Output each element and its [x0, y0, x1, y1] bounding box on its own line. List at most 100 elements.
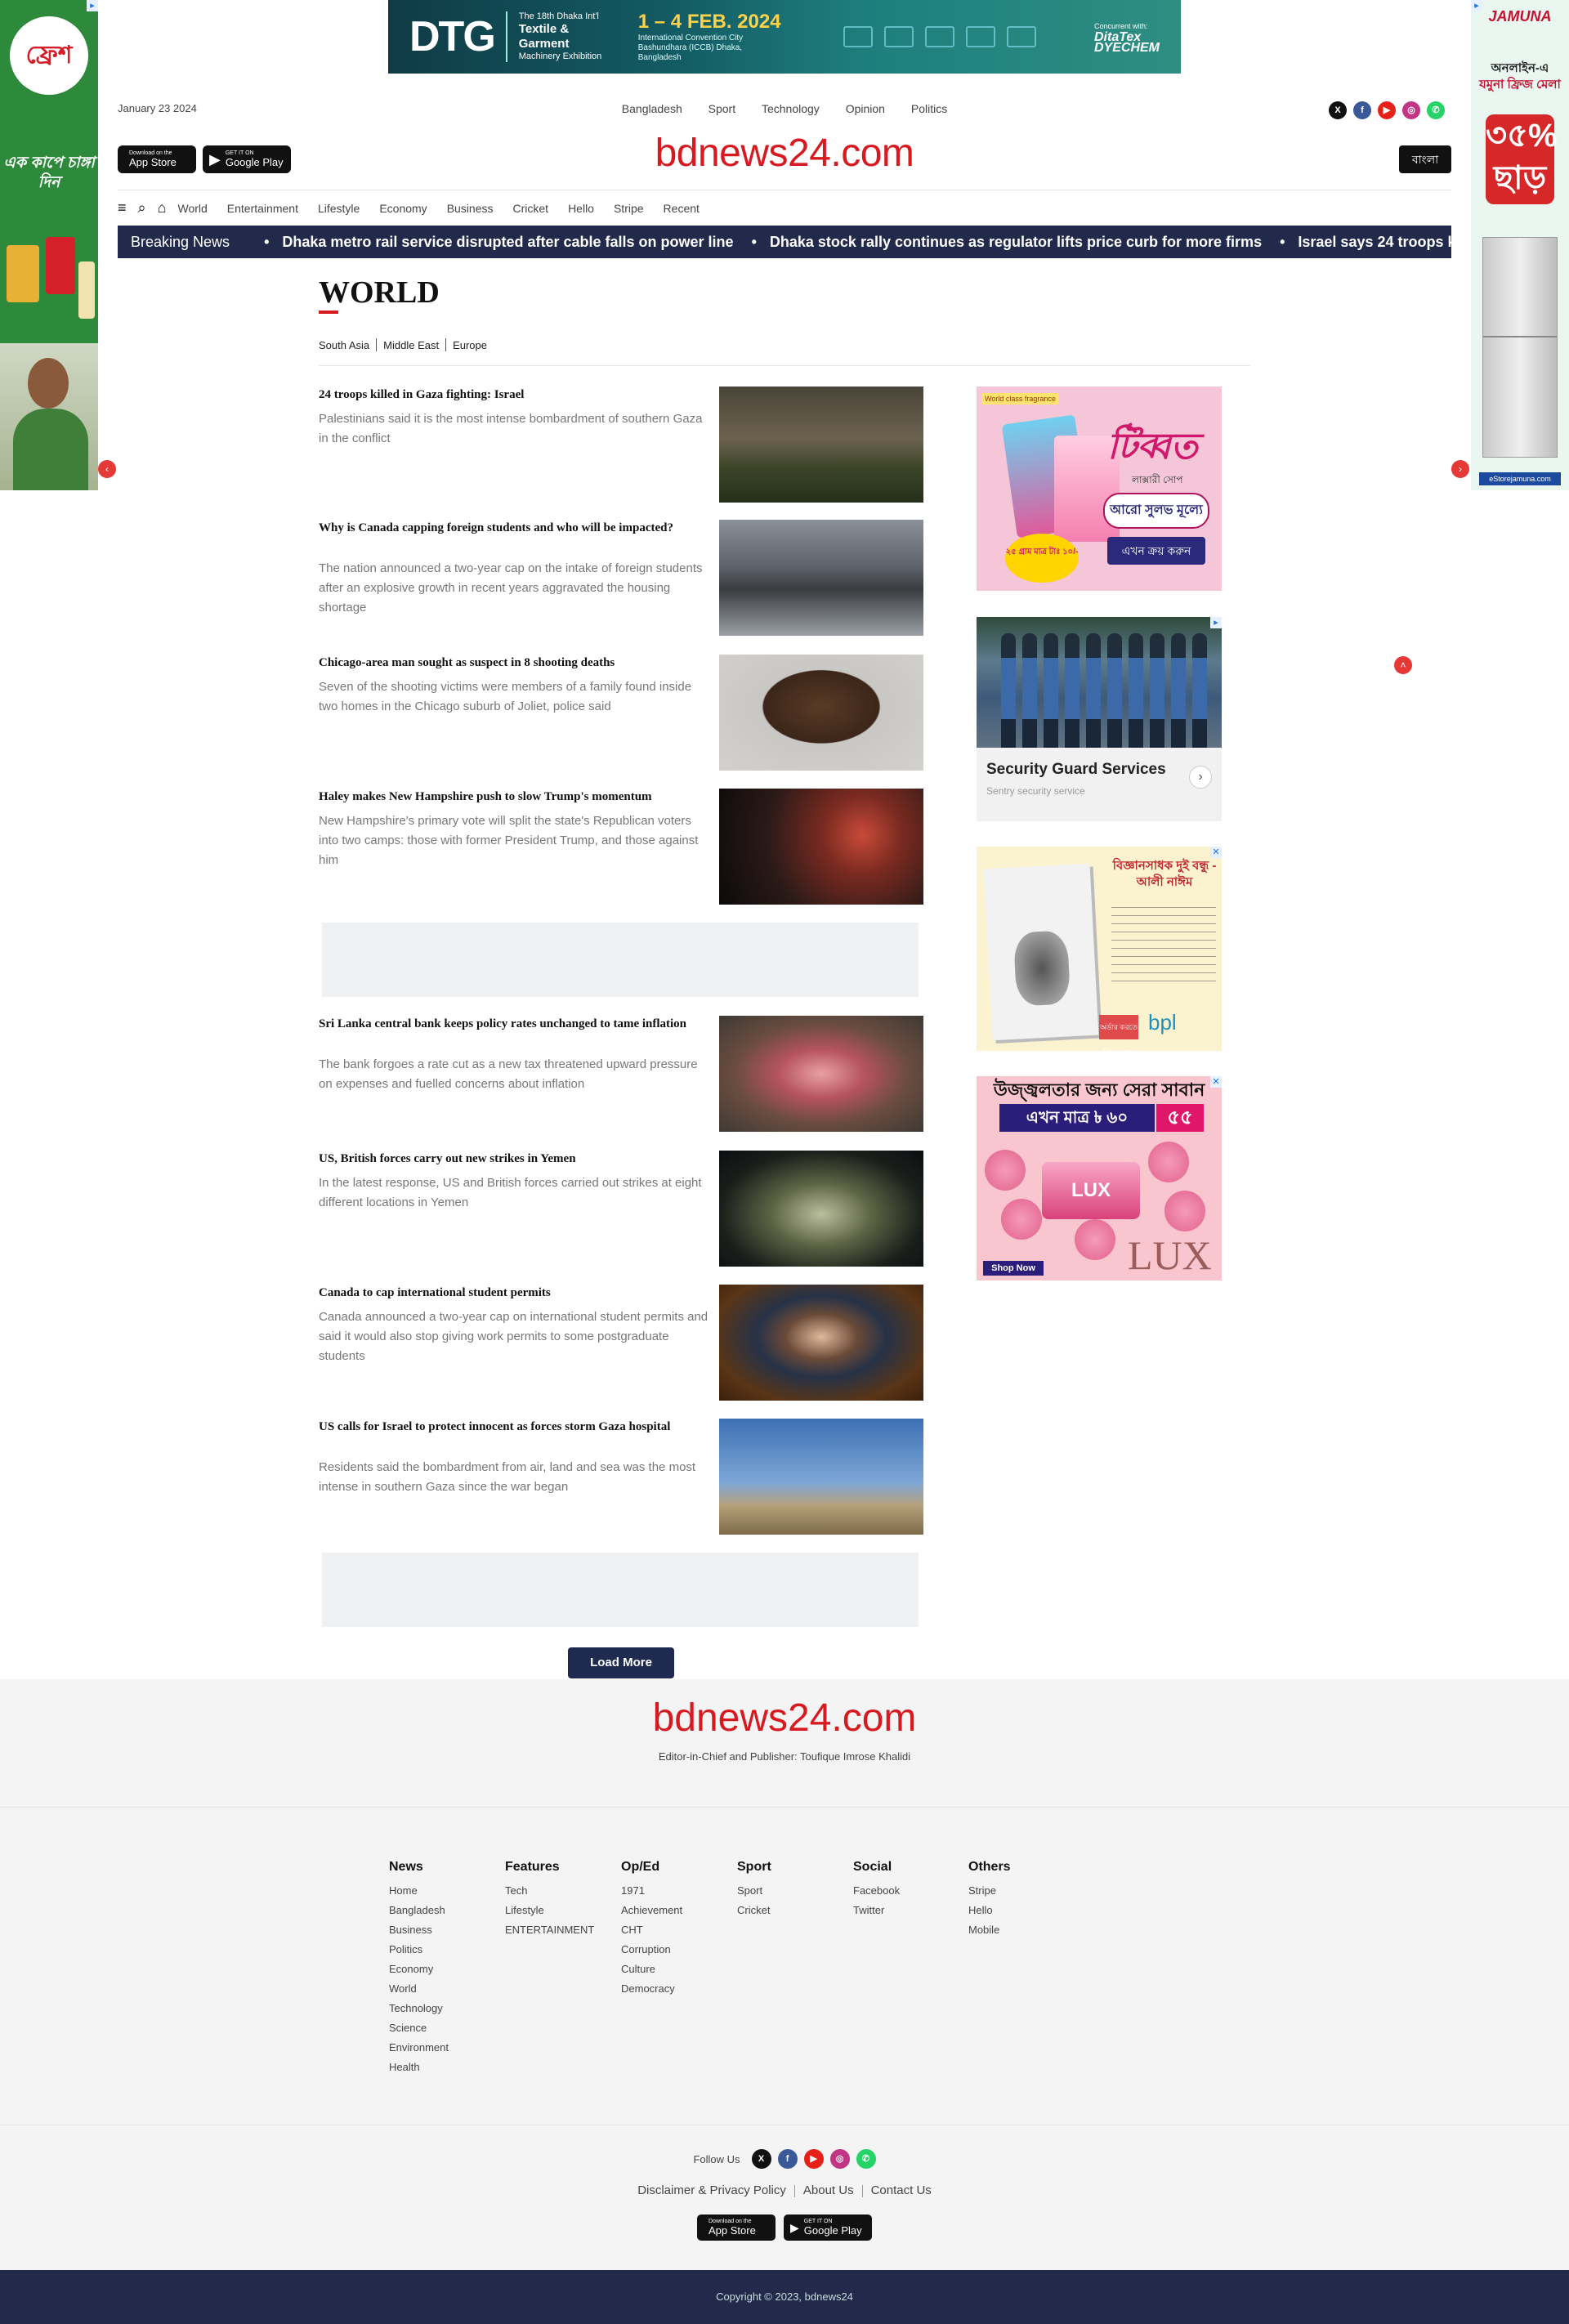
nav-item-entertainment[interactable]: Entertainment [227, 202, 298, 215]
subnav-europe[interactable]: Europe [453, 339, 487, 351]
x-icon[interactable]: X [1329, 101, 1347, 119]
top-banner-ad[interactable]: DTG The 18th Dhaka Int'l Textile & Garme… [388, 0, 1181, 74]
ticker-item[interactable]: Dhaka stock rally continues as regulator… [734, 234, 1262, 251]
article-image[interactable] [719, 1285, 923, 1401]
footer-logo[interactable]: bdnews24.com [0, 1696, 1569, 1741]
instagram-icon[interactable]: ◎ [829, 2149, 850, 2169]
scroll-up-icon[interactable]: ˄ [1394, 656, 1412, 674]
nav-item-stripe[interactable]: Stripe [614, 202, 644, 215]
footer-link[interactable]: Corruption [621, 1940, 735, 1960]
article-card[interactable]: Haley makes New Hampshire push to slow T… [319, 789, 923, 905]
footer-link[interactable]: Stripe [968, 1881, 1083, 1901]
footer-link[interactable]: Business [389, 1920, 503, 1940]
whatsapp-icon[interactable]: ✆ [1427, 101, 1445, 119]
footer-link[interactable]: Cricket [737, 1901, 852, 1920]
article-title[interactable]: US calls for Israel to protect innocent … [319, 1419, 709, 1436]
footer-link[interactable]: Hello [968, 1901, 1083, 1920]
article-title[interactable]: Why is Canada capping foreign students a… [319, 520, 709, 537]
app-store-button[interactable]: Download on the App Store [697, 2215, 776, 2241]
footer-link[interactable]: 1971 [621, 1881, 735, 1901]
article-title[interactable]: Haley makes New Hampshire push to slow T… [319, 789, 709, 806]
chevron-right-icon[interactable]: › [1189, 766, 1212, 789]
youtube-icon[interactable]: ▶ [803, 2149, 824, 2169]
ticker-item[interactable]: Dhaka metro rail service disrupted after… [246, 234, 733, 251]
nav-item-lifestyle[interactable]: Lifestyle [318, 202, 360, 215]
nav-item-cricket[interactable]: Cricket [513, 202, 549, 215]
footer-link[interactable]: Bangladesh [389, 1901, 503, 1920]
sidebar-ad-security[interactable]: Security Guard Services Sentry security … [977, 617, 1222, 821]
article-image[interactable] [719, 655, 923, 771]
footer-link[interactable]: Culture [621, 1960, 735, 1979]
top-link-technology[interactable]: Technology [762, 102, 820, 115]
article-title[interactable]: US, British forces carry out new strikes… [319, 1151, 709, 1168]
subnav-south-asia[interactable]: South Asia [319, 339, 369, 351]
close-left-ad-icon[interactable]: ‹ [98, 460, 116, 478]
facebook-icon[interactable]: f [1353, 101, 1371, 119]
footer-link[interactable]: Twitter [853, 1901, 968, 1920]
top-link-sport[interactable]: Sport [709, 102, 735, 115]
sidebar-ad-lux[interactable]: উজ্জ্বলতার জন্য সেরা সাবান এখন মাত্র ৳ ৬… [977, 1076, 1222, 1280]
footer-link[interactable]: Facebook [853, 1881, 968, 1901]
footer-link[interactable]: Health [389, 2058, 503, 2077]
menu-icon[interactable]: ≡ [118, 199, 127, 217]
top-link-politics[interactable]: Politics [911, 102, 947, 115]
top-link-bangladesh[interactable]: Bangladesh [622, 102, 682, 115]
article-image[interactable] [719, 1151, 923, 1267]
whatsapp-icon[interactable]: ✆ [856, 2149, 876, 2169]
right-side-ad[interactable]: JAMUNA অনলাইন-এ যমুনা ফ্রিজ মেলা ৩৫% ছাড… [1471, 0, 1569, 490]
article-title[interactable]: Chicago-area man sought as suspect in 8 … [319, 655, 709, 672]
home-icon[interactable]: ⌂ [158, 199, 167, 217]
footer-link[interactable]: World [389, 1979, 503, 1999]
article-card[interactable]: 24 troops killed in Gaza fighting: Israe… [319, 387, 923, 503]
about-us-link[interactable]: About Us [803, 2183, 854, 2197]
article-title[interactable]: Canada to cap international student perm… [319, 1285, 709, 1302]
shop-now-button[interactable]: Shop Now [983, 1261, 1044, 1276]
footer-link[interactable]: ENTERTAINMENT [505, 1920, 619, 1940]
article-image[interactable] [719, 1016, 923, 1132]
close-right-ad-icon[interactable]: › [1451, 460, 1469, 478]
contact-us-link[interactable]: Contact Us [871, 2183, 932, 2197]
load-more-button[interactable]: Load More [568, 1647, 674, 1678]
article-image[interactable] [719, 387, 923, 503]
footer-link[interactable]: Science [389, 2018, 503, 2038]
article-title[interactable]: Sri Lanka central bank keeps policy rate… [319, 1016, 709, 1033]
ticker-item[interactable]: Israel says 24 troops killed [1262, 234, 1451, 251]
footer-link[interactable]: Technology [389, 1999, 503, 2018]
footer-link[interactable]: Mobile [968, 1920, 1083, 1940]
nav-item-world[interactable]: World [177, 202, 207, 215]
footer-link[interactable]: Achievement [621, 1901, 735, 1920]
footer-link[interactable]: CHT [621, 1920, 735, 1940]
google-play-button[interactable]: ▶ GET IT ON Google Play [784, 2215, 872, 2241]
footer-link[interactable]: Tech [505, 1881, 619, 1901]
article-image[interactable] [719, 1419, 923, 1535]
top-link-opinion[interactable]: Opinion [846, 102, 885, 115]
sidebar-ad-book[interactable]: বিজ্ঞানসাধক দুই বন্ধু - আলী নাঈম অর্ডার … [977, 847, 1222, 1051]
search-icon[interactable]: ⌕ [138, 199, 146, 217]
subnav-middle-east[interactable]: Middle East [383, 339, 439, 351]
disclaimer-link[interactable]: Disclaimer & Privacy Policy [637, 2183, 786, 2197]
ad-choices-icon[interactable]: ▸ [87, 0, 98, 11]
ad-choices-icon[interactable]: ▸ [1210, 617, 1222, 628]
footer-link[interactable]: Environment [389, 2038, 503, 2058]
x-icon[interactable]: X [751, 2149, 771, 2169]
footer-link[interactable]: Economy [389, 1960, 503, 1979]
instagram-icon[interactable]: ◎ [1402, 101, 1420, 119]
ad-choices-icon[interactable]: ✕ [1210, 1076, 1222, 1088]
nav-item-recent[interactable]: Recent [664, 202, 700, 215]
youtube-icon[interactable]: ▶ [1378, 101, 1396, 119]
ad-choices-icon[interactable]: ✕ [1210, 847, 1222, 858]
nav-item-economy[interactable]: Economy [379, 202, 427, 215]
article-card[interactable]: US calls for Israel to protect innocent … [319, 1419, 923, 1535]
article-card[interactable]: Chicago-area man sought as suspect in 8 … [319, 655, 923, 771]
article-image[interactable] [719, 789, 923, 905]
left-side-ad[interactable]: ফ্রেশ এক কাপে চাঙ্গা দিন [0, 0, 98, 490]
site-logo[interactable]: bdnews24.com [0, 131, 1569, 176]
article-title[interactable]: 24 troops killed in Gaza fighting: Israe… [319, 387, 709, 404]
article-card[interactable]: US, British forces carry out new strikes… [319, 1151, 923, 1267]
footer-link[interactable]: Politics [389, 1940, 503, 1960]
article-card[interactable]: Canada to cap international student perm… [319, 1285, 923, 1401]
ad-choices-icon[interactable]: ▸ [1471, 0, 1482, 11]
facebook-icon[interactable]: f [777, 2149, 798, 2169]
nav-item-business[interactable]: Business [447, 202, 494, 215]
footer-link[interactable]: Sport [737, 1881, 852, 1901]
